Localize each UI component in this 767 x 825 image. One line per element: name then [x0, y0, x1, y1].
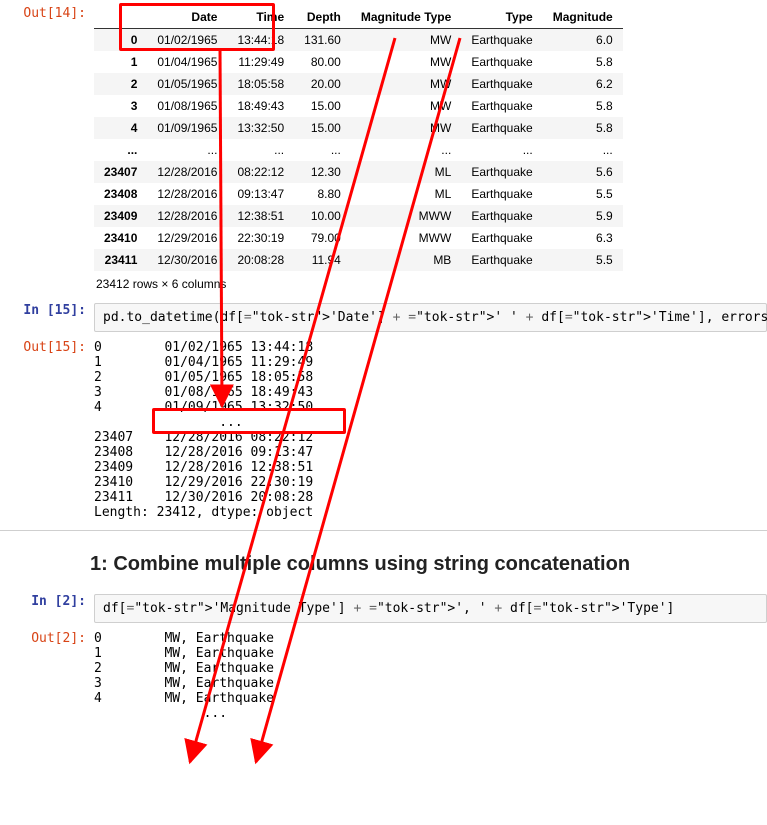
code-input-2[interactable]: df[="tok-str">'Magnitude Type'] + ="tok-…	[94, 594, 767, 623]
table-row: 201/05/196518:05:5820.00MWEarthquake6.2	[94, 73, 623, 95]
col-time: Time	[227, 6, 294, 29]
col-magnitude: Magnitude	[543, 6, 623, 29]
cell-in-15: In [15]: pd.to_datetime(df[="tok-str">'D…	[0, 297, 767, 334]
col-date: Date	[147, 6, 227, 29]
prompt-out-15: Out[15]:	[4, 336, 94, 355]
table-row: 001/02/196513:44:18131.60MWEarthquake6.0	[94, 29, 623, 52]
col-type: Type	[461, 6, 542, 29]
table-row: 401/09/196513:32:5015.00MWEarthquake5.8	[94, 117, 623, 139]
table-row: 2340712/28/201608:22:1212.30MLEarthquake…	[94, 161, 623, 183]
table-row: 2341012/29/201622:30:1979.00MWWEarthquak…	[94, 227, 623, 249]
table-row: 2340812/28/201609:13:478.80MLEarthquake5…	[94, 183, 623, 205]
table-row: 101/04/196511:29:4980.00MWEarthquake5.8	[94, 51, 623, 73]
table-row: 2341112/30/201620:08:2811.94MBEarthquake…	[94, 249, 623, 271]
code-input-15[interactable]: pd.to_datetime(df[="tok-str">'Date'] + =…	[94, 303, 767, 332]
table-row: 2340912/28/201612:38:5110.00MWWEarthquak…	[94, 205, 623, 227]
prompt-in-2: In [2]:	[4, 590, 94, 609]
dataframe-output: Date Time Depth Magnitude Type Type Magn…	[94, 2, 767, 295]
prompt-in-15: In [15]:	[4, 299, 94, 318]
prompt-out-2: Out[2]:	[4, 627, 94, 646]
table-row: .....................	[94, 139, 623, 161]
cell-out-14: Out[14]: Date Time Depth Magnitude Type …	[0, 0, 767, 297]
series-output-15: 0 01/02/1965 13:44:18 1 01/04/1965 11:29…	[94, 340, 767, 520]
dataframe-shape-caption: 23412 rows × 6 columns	[94, 271, 767, 295]
col-depth: Depth	[294, 6, 351, 29]
table-row: 301/08/196518:49:4315.00MWEarthquake5.8	[94, 95, 623, 117]
cell-out-2: Out[2]: 0 MW, Earthquake 1 MW, Earthquak…	[0, 625, 767, 723]
dataframe-table: Date Time Depth Magnitude Type Type Magn…	[94, 6, 623, 271]
prompt-out-14: Out[14]:	[4, 2, 94, 21]
series-output-2: 0 MW, Earthquake 1 MW, Earthquake 2 MW, …	[94, 631, 767, 721]
col-mag-type: Magnitude Type	[351, 6, 461, 29]
cell-out-15: Out[15]: 0 01/02/1965 13:44:18 1 01/04/1…	[0, 334, 767, 522]
section-heading-1: 1: Combine multiple columns using string…	[90, 553, 767, 576]
cell-in-2: In [2]: df[="tok-str">'Magnitude Type'] …	[0, 588, 767, 625]
divider	[0, 530, 767, 531]
